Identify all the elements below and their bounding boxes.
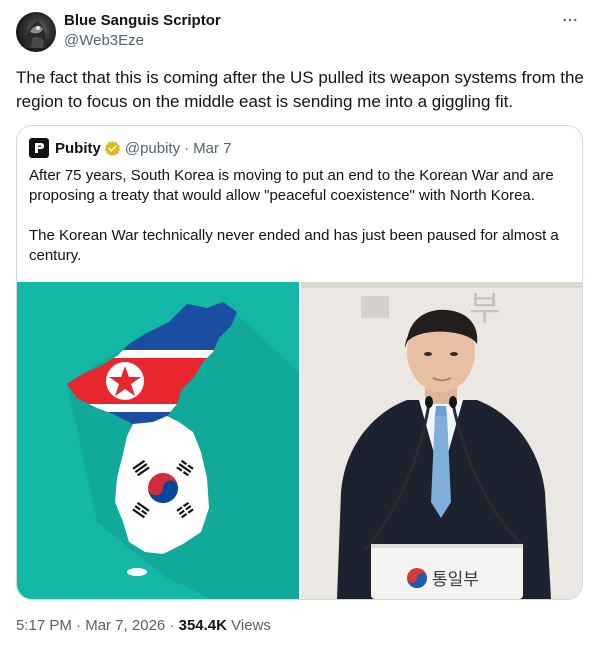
author-name[interactable]: Blue Sanguis Scriptor bbox=[64, 12, 221, 29]
quoted-paragraph-2: The Korean War technically never ended a… bbox=[29, 227, 559, 264]
podium-lettering: 통일부 bbox=[432, 570, 479, 590]
more-icon bbox=[563, 18, 577, 22]
author-handle[interactable]: @Web3Eze bbox=[64, 32, 144, 49]
quoted-text: After 75 years, South Korea is moving to… bbox=[29, 166, 569, 266]
quoted-handle[interactable]: @pubity bbox=[125, 140, 180, 157]
pubity-logo-icon[interactable] bbox=[29, 138, 49, 158]
quoted-separator: · bbox=[184, 139, 190, 157]
tweet-text: The fact that this is coming after the U… bbox=[16, 68, 584, 111]
press-briefing-photo[interactable]: 부 통일부 bbox=[301, 282, 582, 599]
press-briefing-illustration: 부 통일부 bbox=[301, 282, 582, 599]
quoted-date[interactable]: Mar 7 bbox=[193, 140, 231, 157]
tweet-date[interactable]: Mar 7, 2026 bbox=[85, 617, 165, 634]
more-options-button[interactable] bbox=[560, 10, 580, 30]
footer-separator-2: · bbox=[169, 617, 175, 634]
quoted-author-name[interactable]: Pubity bbox=[55, 140, 101, 157]
tweet: Blue Sanguis Scriptor @Web3Eze The fact … bbox=[0, 0, 600, 650]
korea-map-illustration bbox=[67, 302, 299, 599]
wall-lettering: 부 bbox=[469, 289, 500, 329]
tweet-footer: 5:17 PM · Mar 7, 2026 · 354.4K Views bbox=[16, 617, 271, 634]
quoted-paragraph-1: After 75 years, South Korea is moving to… bbox=[29, 167, 554, 204]
verified-badge-icon bbox=[104, 140, 121, 157]
avatar-image bbox=[24, 21, 47, 48]
korea-map-image[interactable] bbox=[17, 282, 299, 599]
views-label: Views bbox=[231, 617, 271, 634]
author-avatar[interactable] bbox=[16, 12, 56, 52]
quoted-header: Pubity @pubity · Mar 7 bbox=[29, 138, 231, 158]
quoted-tweet[interactable]: Pubity @pubity · Mar 7 After 75 years, S… bbox=[16, 125, 583, 600]
quoted-media: 부 통일부 bbox=[17, 282, 582, 599]
tweet-time[interactable]: 5:17 PM bbox=[16, 617, 72, 634]
footer-separator-1: · bbox=[76, 617, 82, 634]
views-count[interactable]: 354.4K bbox=[179, 617, 227, 634]
